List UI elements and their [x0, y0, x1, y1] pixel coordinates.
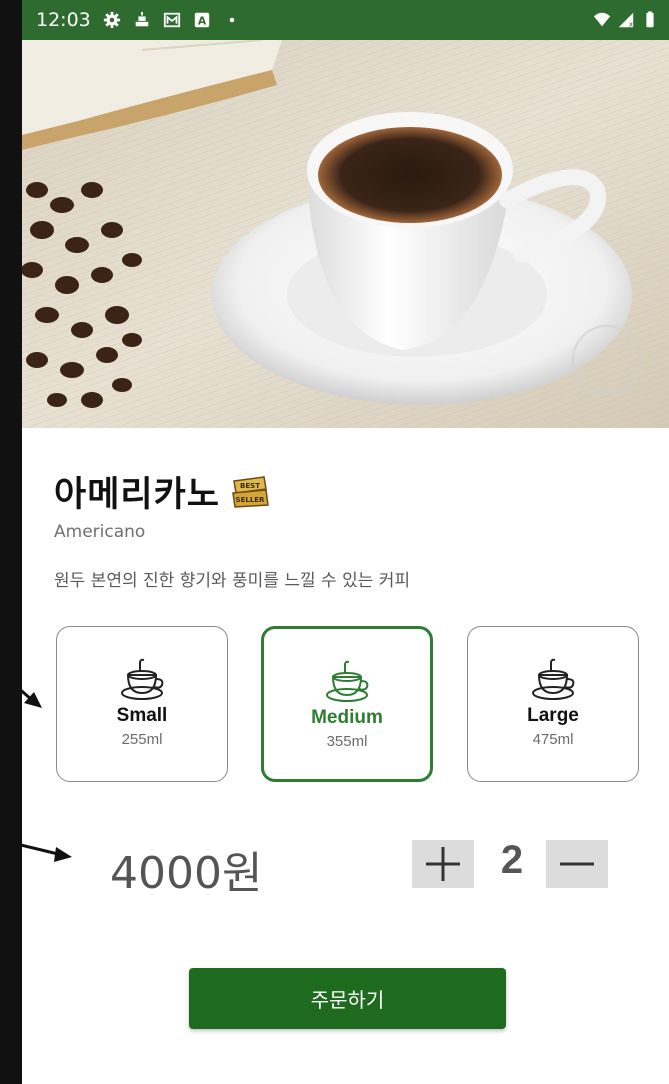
size-volume: 255ml	[121, 731, 163, 748]
signal-icon: x	[618, 12, 634, 28]
coffee-cup-icon	[326, 660, 369, 702]
order-button[interactable]: 주문하기	[189, 968, 506, 1029]
badge-line-2: SELLER	[236, 496, 266, 504]
a-icon: A	[194, 12, 209, 28]
wifi-icon	[593, 12, 611, 27]
gear-icon	[103, 11, 120, 29]
svg-text:A: A	[198, 15, 207, 28]
size-option-small[interactable]: Small 255ml	[56, 626, 228, 782]
dot-icon	[229, 17, 235, 23]
size-option-large[interactable]: Large 475ml	[467, 626, 639, 782]
battery-icon	[646, 11, 654, 28]
plus-icon	[426, 847, 460, 881]
best-seller-badge-icon: BEST SELLER	[232, 475, 269, 508]
product-description: 원두 본연의 진한 향기와 풍미를 느낄 수 있는 커피	[54, 571, 411, 591]
coffee-hero-image	[22, 40, 669, 428]
coffee-cup-icon	[532, 658, 575, 700]
size-name: Medium	[311, 707, 383, 728]
size-volume: 475ml	[532, 731, 574, 748]
device-bezel	[0, 0, 22, 1084]
size-name: Large	[527, 705, 579, 726]
quantity-value: 2	[500, 838, 524, 882]
quantity-increase-button[interactable]	[412, 840, 474, 888]
badge-line-1: BEST	[240, 482, 260, 490]
size-option-medium[interactable]: Medium 355ml	[261, 626, 433, 782]
coffee-cup-icon	[121, 658, 164, 700]
status-time: 12:03	[36, 9, 91, 31]
minus-icon	[560, 862, 594, 866]
status-bar: 12:03 A x	[22, 0, 669, 40]
size-volume: 355ml	[326, 733, 368, 750]
quantity-decrease-button[interactable]	[546, 840, 608, 888]
gmail-icon	[163, 12, 180, 28]
price-label: 4000원	[110, 848, 263, 899]
svg-text:x: x	[629, 19, 634, 28]
product-title-row: 아메리카노 BEST SELLER	[54, 466, 270, 517]
product-name: 아메리카노	[54, 475, 221, 515]
product-english-name: Americano	[54, 522, 146, 542]
notification-icon	[135, 11, 149, 27]
size-name: Small	[116, 705, 168, 726]
